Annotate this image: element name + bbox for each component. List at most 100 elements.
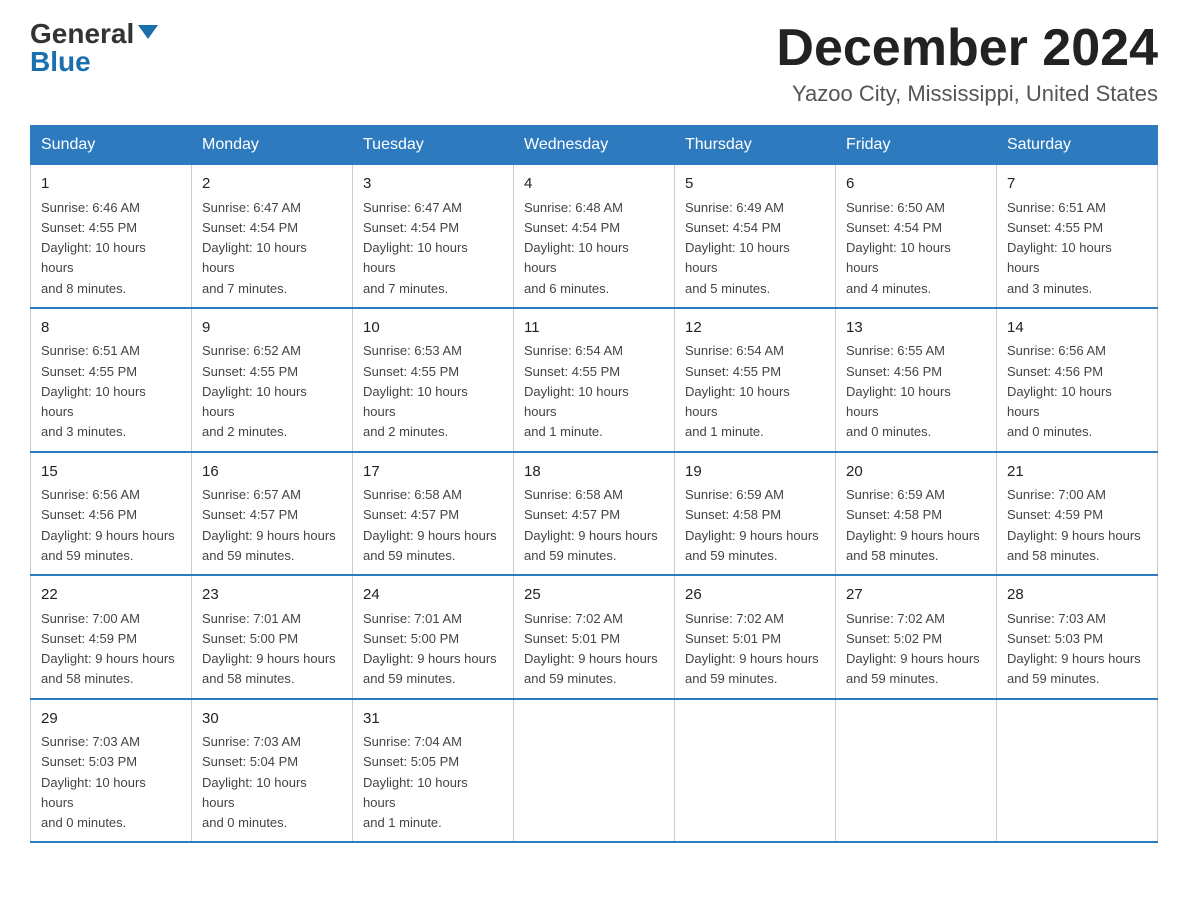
day-info: Sunrise: 6:56 AMSunset: 4:56 PMDaylight:… [41,487,175,563]
page-header: General Blue December 2024 Yazoo City, M… [30,20,1158,107]
day-cell: 23 Sunrise: 7:01 AMSunset: 5:00 PMDaylig… [192,575,353,699]
day-cell: 16 Sunrise: 6:57 AMSunset: 4:57 PMDaylig… [192,452,353,576]
day-info: Sunrise: 6:48 AMSunset: 4:54 PMDaylight:… [524,200,629,296]
day-number: 9 [202,317,342,340]
day-info: Sunrise: 7:02 AMSunset: 5:01 PMDaylight:… [524,611,658,687]
day-cell: 6 Sunrise: 6:50 AMSunset: 4:54 PMDayligh… [836,165,997,308]
day-cell: 21 Sunrise: 7:00 AMSunset: 4:59 PMDaylig… [997,452,1158,576]
day-info: Sunrise: 7:01 AMSunset: 5:00 PMDaylight:… [202,611,336,687]
day-info: Sunrise: 6:50 AMSunset: 4:54 PMDaylight:… [846,200,951,296]
day-cell [514,699,675,843]
day-info: Sunrise: 6:56 AMSunset: 4:56 PMDaylight:… [1007,343,1112,439]
day-number: 14 [1007,317,1147,340]
day-number: 3 [363,173,503,196]
day-number: 18 [524,461,664,484]
day-info: Sunrise: 6:47 AMSunset: 4:54 PMDaylight:… [202,200,307,296]
day-number: 4 [524,173,664,196]
day-number: 22 [41,584,181,607]
day-cell: 12 Sunrise: 6:54 AMSunset: 4:55 PMDaylig… [675,308,836,452]
day-info: Sunrise: 6:46 AMSunset: 4:55 PMDaylight:… [41,200,146,296]
day-info: Sunrise: 6:57 AMSunset: 4:57 PMDaylight:… [202,487,336,563]
header-tuesday: Tuesday [353,126,514,165]
day-info: Sunrise: 7:03 AMSunset: 5:03 PMDaylight:… [1007,611,1141,687]
logo: General Blue [30,20,158,76]
day-number: 24 [363,584,503,607]
day-number: 31 [363,708,503,731]
day-number: 10 [363,317,503,340]
day-info: Sunrise: 7:03 AMSunset: 5:03 PMDaylight:… [41,734,146,830]
day-cell [836,699,997,843]
day-cell: 2 Sunrise: 6:47 AMSunset: 4:54 PMDayligh… [192,165,353,308]
day-number: 8 [41,317,181,340]
day-cell [675,699,836,843]
day-cell: 15 Sunrise: 6:56 AMSunset: 4:56 PMDaylig… [31,452,192,576]
day-number: 6 [846,173,986,196]
logo-general-text: General [30,20,134,48]
day-cell: 1 Sunrise: 6:46 AMSunset: 4:55 PMDayligh… [31,165,192,308]
header-friday: Friday [836,126,997,165]
month-year-title: December 2024 [776,20,1158,77]
day-number: 26 [685,584,825,607]
day-info: Sunrise: 7:03 AMSunset: 5:04 PMDaylight:… [202,734,307,830]
day-number: 23 [202,584,342,607]
location-subtitle: Yazoo City, Mississippi, United States [776,81,1158,107]
day-cell: 8 Sunrise: 6:51 AMSunset: 4:55 PMDayligh… [31,308,192,452]
day-info: Sunrise: 7:00 AMSunset: 4:59 PMDaylight:… [41,611,175,687]
day-cell: 18 Sunrise: 6:58 AMSunset: 4:57 PMDaylig… [514,452,675,576]
day-number: 16 [202,461,342,484]
day-cell: 19 Sunrise: 6:59 AMSunset: 4:58 PMDaylig… [675,452,836,576]
day-cell: 14 Sunrise: 6:56 AMSunset: 4:56 PMDaylig… [997,308,1158,452]
day-number: 17 [363,461,503,484]
day-info: Sunrise: 6:59 AMSunset: 4:58 PMDaylight:… [685,487,819,563]
weekday-header-row: Sunday Monday Tuesday Wednesday Thursday… [31,126,1158,165]
week-row-2: 8 Sunrise: 6:51 AMSunset: 4:55 PMDayligh… [31,308,1158,452]
day-number: 5 [685,173,825,196]
day-info: Sunrise: 6:51 AMSunset: 4:55 PMDaylight:… [1007,200,1112,296]
day-info: Sunrise: 6:51 AMSunset: 4:55 PMDaylight:… [41,343,146,439]
day-cell: 17 Sunrise: 6:58 AMSunset: 4:57 PMDaylig… [353,452,514,576]
week-row-5: 29 Sunrise: 7:03 AMSunset: 5:03 PMDaylig… [31,699,1158,843]
day-number: 20 [846,461,986,484]
day-info: Sunrise: 6:49 AMSunset: 4:54 PMDaylight:… [685,200,790,296]
day-number: 21 [1007,461,1147,484]
week-row-4: 22 Sunrise: 7:00 AMSunset: 4:59 PMDaylig… [31,575,1158,699]
day-number: 15 [41,461,181,484]
day-cell: 27 Sunrise: 7:02 AMSunset: 5:02 PMDaylig… [836,575,997,699]
day-cell: 9 Sunrise: 6:52 AMSunset: 4:55 PMDayligh… [192,308,353,452]
day-number: 28 [1007,584,1147,607]
day-info: Sunrise: 6:53 AMSunset: 4:55 PMDaylight:… [363,343,468,439]
day-cell: 3 Sunrise: 6:47 AMSunset: 4:54 PMDayligh… [353,165,514,308]
day-info: Sunrise: 6:59 AMSunset: 4:58 PMDaylight:… [846,487,980,563]
day-cell: 4 Sunrise: 6:48 AMSunset: 4:54 PMDayligh… [514,165,675,308]
header-sunday: Sunday [31,126,192,165]
day-info: Sunrise: 7:02 AMSunset: 5:02 PMDaylight:… [846,611,980,687]
day-cell: 7 Sunrise: 6:51 AMSunset: 4:55 PMDayligh… [997,165,1158,308]
header-monday: Monday [192,126,353,165]
header-thursday: Thursday [675,126,836,165]
day-cell [997,699,1158,843]
day-cell: 30 Sunrise: 7:03 AMSunset: 5:04 PMDaylig… [192,699,353,843]
day-info: Sunrise: 7:01 AMSunset: 5:00 PMDaylight:… [363,611,497,687]
day-cell: 10 Sunrise: 6:53 AMSunset: 4:55 PMDaylig… [353,308,514,452]
calendar-table: Sunday Monday Tuesday Wednesday Thursday… [30,125,1158,843]
header-saturday: Saturday [997,126,1158,165]
title-section: December 2024 Yazoo City, Mississippi, U… [776,20,1158,107]
day-cell: 28 Sunrise: 7:03 AMSunset: 5:03 PMDaylig… [997,575,1158,699]
day-info: Sunrise: 6:58 AMSunset: 4:57 PMDaylight:… [363,487,497,563]
day-number: 2 [202,173,342,196]
day-cell: 5 Sunrise: 6:49 AMSunset: 4:54 PMDayligh… [675,165,836,308]
day-number: 7 [1007,173,1147,196]
week-row-1: 1 Sunrise: 6:46 AMSunset: 4:55 PMDayligh… [31,165,1158,308]
day-cell: 13 Sunrise: 6:55 AMSunset: 4:56 PMDaylig… [836,308,997,452]
week-row-3: 15 Sunrise: 6:56 AMSunset: 4:56 PMDaylig… [31,452,1158,576]
day-number: 1 [41,173,181,196]
day-info: Sunrise: 7:02 AMSunset: 5:01 PMDaylight:… [685,611,819,687]
header-wednesday: Wednesday [514,126,675,165]
day-number: 25 [524,584,664,607]
day-number: 30 [202,708,342,731]
day-number: 27 [846,584,986,607]
day-info: Sunrise: 6:55 AMSunset: 4:56 PMDaylight:… [846,343,951,439]
day-cell: 24 Sunrise: 7:01 AMSunset: 5:00 PMDaylig… [353,575,514,699]
day-number: 29 [41,708,181,731]
day-number: 13 [846,317,986,340]
